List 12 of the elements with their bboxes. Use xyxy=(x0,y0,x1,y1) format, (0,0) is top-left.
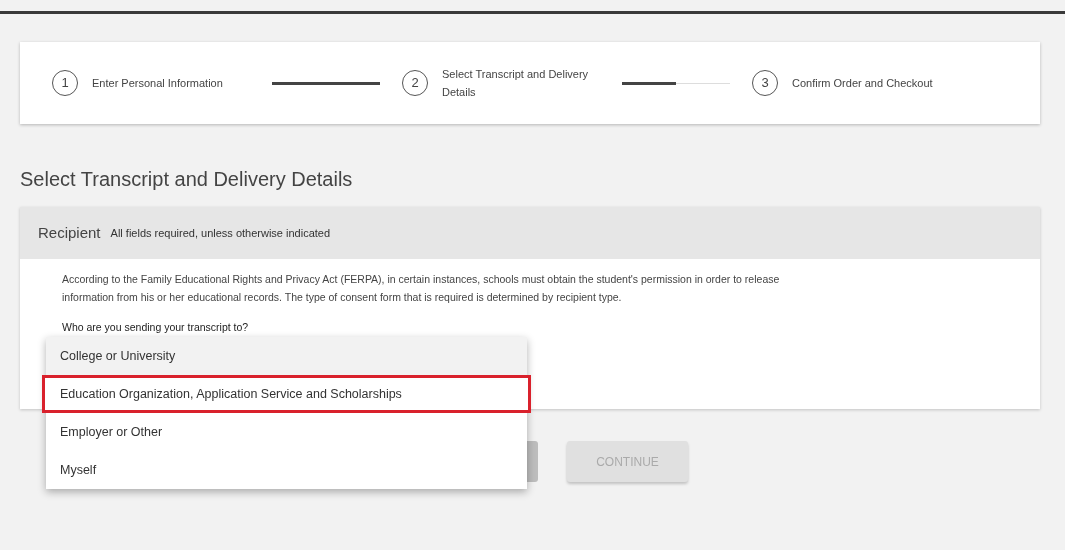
menu-item[interactable]: Myself xyxy=(46,451,527,489)
panel-title: Recipient xyxy=(38,222,101,243)
step-label: Select Transcript and Delivery Details xyxy=(442,67,590,100)
menu-item[interactable]: Education Organization, Application Service and Scholarships xyxy=(42,375,531,413)
menu-item[interactable]: College or University xyxy=(46,337,527,375)
step-label: Enter Personal Information xyxy=(92,76,224,91)
step-label: Confirm Order and Checkout xyxy=(792,76,934,91)
page-heading: Select Transcript and Delivery Details xyxy=(20,167,354,190)
ferpa-paragraph: According to the Family Educational Rights and Privacy Act (FERPA), in certain instances, schools must obtain the student's permission in order to release information from his or her educational records. The type of consent form that is required is determined by recipient type. xyxy=(62,272,781,305)
required-note: All fields required, unless otherwise indicated xyxy=(110,225,331,241)
menu-item[interactable]: Employer or Other xyxy=(46,413,527,451)
field-label: Who are you sending your transcript to? xyxy=(62,320,249,335)
